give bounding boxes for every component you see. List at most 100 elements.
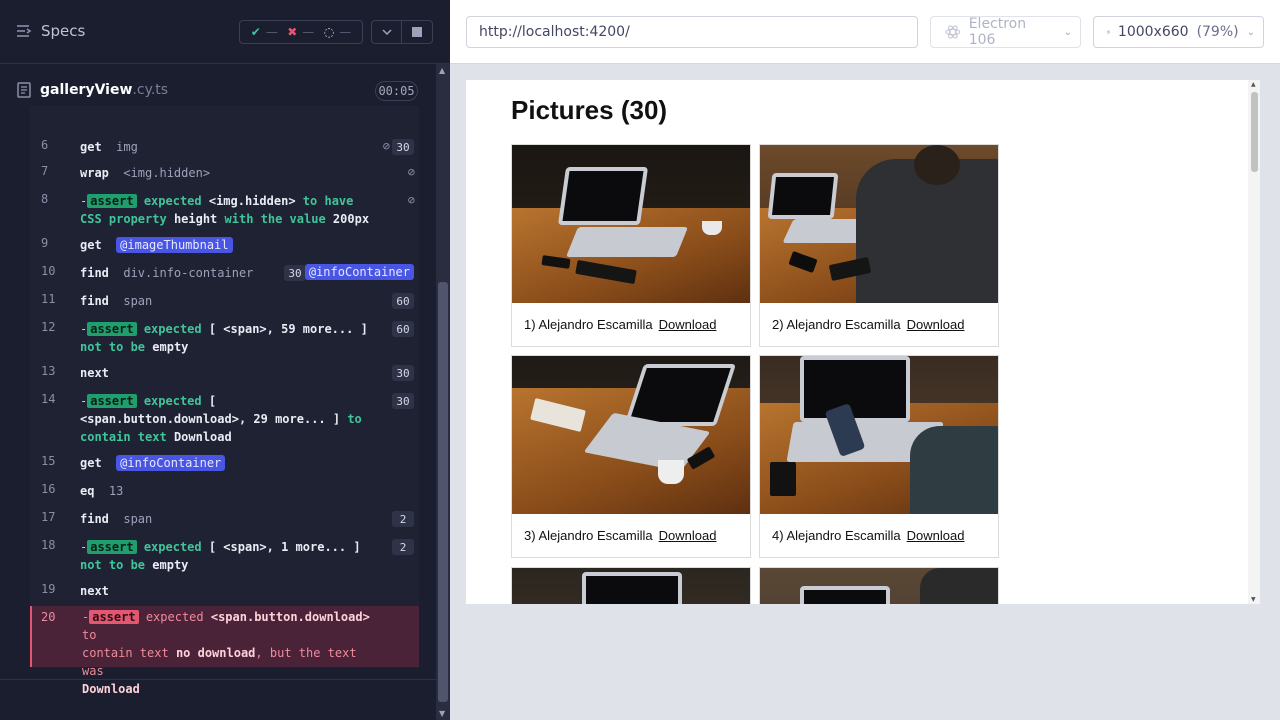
picture-thumbnail[interactable] xyxy=(512,356,750,514)
command-number: 19 xyxy=(41,582,56,596)
scroll-up-icon[interactable]: ▲ xyxy=(439,66,445,75)
specs-button[interactable]: Specs xyxy=(16,22,85,40)
picture-caption: 1) Alejandro Escamilla xyxy=(524,317,653,332)
command-number: 11 xyxy=(41,292,56,306)
download-link[interactable]: Download xyxy=(907,317,965,332)
command-arg: img xyxy=(116,140,138,154)
chevron-down-icon: ⌄ xyxy=(1063,26,1072,38)
alias-badge: @infoContainer xyxy=(304,264,414,280)
download-link[interactable]: Download xyxy=(659,317,717,332)
spec-title[interactable]: galleryView.cy.ts xyxy=(17,82,168,98)
command-row[interactable]: 9 get @imageThumbnail xyxy=(30,234,419,258)
command-name: eq xyxy=(80,484,95,498)
zoom-level: (79%) xyxy=(1196,24,1239,40)
info-container: 1) Alejandro Escamilla Download xyxy=(512,303,750,346)
spec-extension: .cy.ts xyxy=(132,82,169,98)
command-row[interactable]: 13 next 30 xyxy=(30,362,419,386)
reporter-header: Specs ✔ — ✖ — ◌ — xyxy=(0,0,450,64)
assert-badge: assert xyxy=(87,322,137,336)
command-row[interactable]: 15 get @infoContainer xyxy=(30,452,419,476)
picture-card: 3) Alejandro Escamilla Download xyxy=(511,355,751,558)
assert-text: not to be xyxy=(80,558,146,572)
browser-label: Electron 106 xyxy=(968,16,1027,48)
reporter-scrollbar[interactable]: ▲ ▼ xyxy=(436,64,450,720)
assert-text: expected xyxy=(145,610,204,624)
assert-row[interactable]: 12 - assert expected [ <span>, 59 more...… xyxy=(30,318,419,358)
picture-caption: 2) Alejandro Escamilla xyxy=(772,317,901,332)
command-number: 10 xyxy=(41,264,56,278)
duration-badge: 00:05 xyxy=(375,81,418,101)
scrollbar-thumb[interactable] xyxy=(438,282,448,702)
pending-count: — xyxy=(339,25,352,39)
command-row[interactable]: 11 find span 60 xyxy=(30,290,419,314)
command-log-panel: Specs ✔ — ✖ — ◌ — galleryView.cy.ts 00:0… xyxy=(0,0,450,720)
passed-count: — xyxy=(265,25,278,39)
check-icon: ✔ xyxy=(250,25,261,39)
command-number: 8 xyxy=(41,192,49,206)
scroll-down-icon[interactable]: ▼ xyxy=(439,709,445,718)
scrollbar-thumb[interactable] xyxy=(1251,92,1258,172)
assert-value: Download xyxy=(82,682,140,696)
picture-card xyxy=(759,567,999,604)
assert-value: height xyxy=(173,212,218,226)
command-row[interactable]: 7 wrap <img.hidden> ⊘ xyxy=(30,162,419,186)
assert-row[interactable]: 14 - assert expected [<span.button.downlo… xyxy=(30,390,419,448)
picture-thumbnail[interactable] xyxy=(512,145,750,303)
scroll-down-icon[interactable]: ▼ xyxy=(1251,596,1256,603)
assert-badge: assert xyxy=(89,610,139,624)
electron-icon xyxy=(945,25,961,39)
run-controls xyxy=(371,20,433,44)
command-number: 18 xyxy=(41,538,56,552)
spinner-icon: ◌ xyxy=(323,25,335,39)
command-arg: span xyxy=(123,294,153,308)
assert-badge: assert xyxy=(87,394,137,408)
command-number: 20 xyxy=(41,610,56,624)
command-name: get xyxy=(80,456,102,470)
assert-text: CSS property xyxy=(80,212,167,226)
assert-text: to have xyxy=(302,194,354,208)
assert-value: empty xyxy=(152,340,189,354)
url-bar[interactable]: http://localhost:4200/ xyxy=(466,16,918,48)
picture-card: 2) Alejandro Escamilla Download xyxy=(759,144,999,347)
command-log: 6 get img ⊘ 30 7 wrap <img.hidden> ⊘ 8 -… xyxy=(30,106,419,696)
scroll-up-icon[interactable]: ▲ xyxy=(1251,81,1256,88)
assert-value: no download xyxy=(175,646,256,660)
picture-thumbnail[interactable] xyxy=(760,145,998,303)
browser-selector[interactable]: Electron 106 ⌄ xyxy=(930,16,1081,48)
failed-stat: ✖ — xyxy=(287,25,314,39)
spec-name-text: galleryView xyxy=(40,82,133,98)
command-number: 14 xyxy=(41,392,56,406)
command-name: get xyxy=(80,140,102,154)
assert-row[interactable]: 18 - assert expected [ <span>, 1 more... … xyxy=(30,536,419,576)
assert-text: expected xyxy=(143,194,202,208)
command-row[interactable]: 19 next xyxy=(30,580,419,604)
stop-button[interactable] xyxy=(402,21,432,43)
info-container: 4) Alejandro Escamilla Download xyxy=(760,514,998,557)
collapse-button[interactable] xyxy=(372,21,403,43)
command-name: find xyxy=(80,512,109,526)
failed-assert-row[interactable]: 20 - assert expected <span.button.downloa… xyxy=(30,606,419,696)
command-number: 15 xyxy=(41,454,56,468)
command-name: find xyxy=(80,294,109,308)
picture-thumbnail[interactable] xyxy=(512,568,750,604)
command-row[interactable]: 17 find span 2 xyxy=(30,508,419,532)
command-number: 9 xyxy=(41,236,49,250)
picture-thumbnail[interactable] xyxy=(760,568,998,604)
assert-text: expected xyxy=(143,322,202,336)
picture-thumbnail[interactable] xyxy=(760,356,998,514)
alias-badge: @imageThumbnail xyxy=(116,237,233,253)
passed-stat: ✔ — xyxy=(251,25,278,39)
assert-row[interactable]: 8 - assert expected <img.hidden> to have C… xyxy=(30,190,419,230)
command-row[interactable]: 10 find div.info-container 30 @infoConta… xyxy=(30,262,419,286)
command-row[interactable]: 16 eq 13 xyxy=(30,480,419,504)
command-arg: span xyxy=(123,512,153,526)
picture-caption: 4) Alejandro Escamilla xyxy=(772,528,901,543)
page-title: Pictures (30) xyxy=(511,95,668,125)
download-link[interactable]: Download xyxy=(907,528,965,543)
command-name: next xyxy=(80,366,109,380)
aut-scrollbar[interactable]: ▲ ▼ xyxy=(1248,80,1260,604)
download-link[interactable]: Download xyxy=(659,528,717,543)
element-count: 60 xyxy=(392,321,414,337)
command-row[interactable]: 6 get img ⊘ 30 xyxy=(30,136,419,160)
viewport-selector[interactable]: 1000x660 (79%) ⌄ xyxy=(1093,16,1264,48)
